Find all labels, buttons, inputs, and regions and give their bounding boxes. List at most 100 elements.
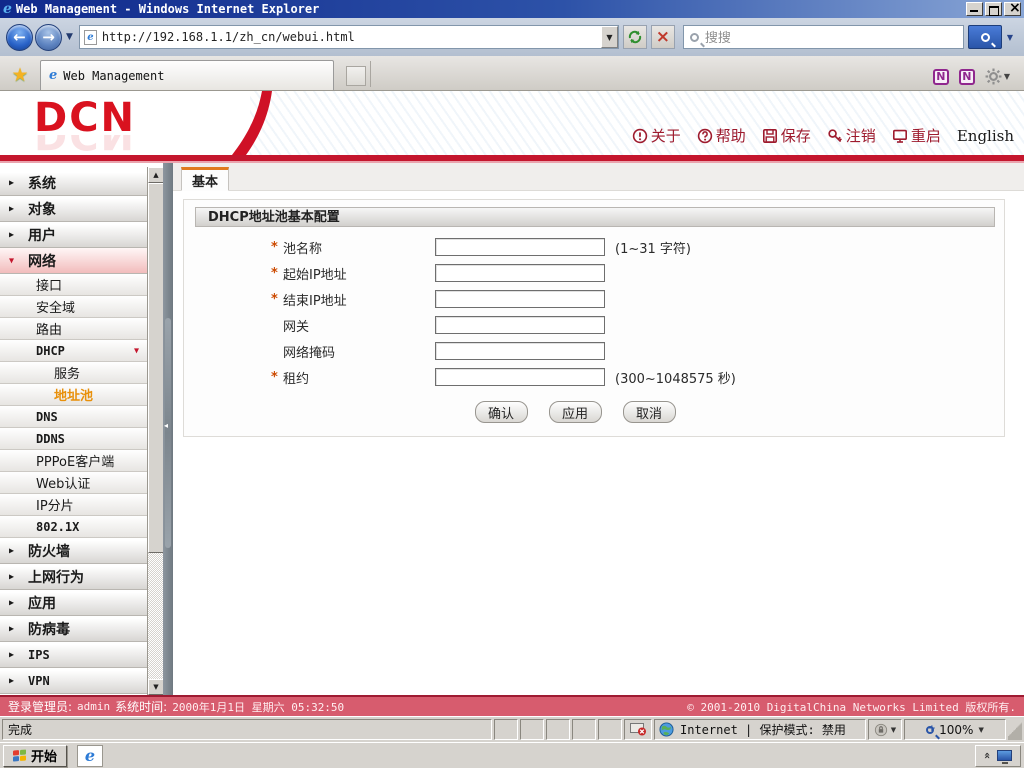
sidebar-item-dhcp[interactable]: DHCP ▾ (0, 340, 147, 362)
taskbar-ie-button[interactable]: e (77, 744, 103, 767)
apply-button[interactable]: 应用 (548, 401, 602, 423)
sidebar-splitter[interactable]: ◂ (163, 163, 173, 695)
url-field[interactable]: e ▼ (78, 25, 619, 49)
zoom-pane[interactable]: 100% ▼ (904, 719, 1006, 740)
history-dropdown-icon[interactable]: ▼ (66, 32, 73, 42)
header-link-about[interactable]: 关于 (632, 125, 681, 146)
gear-icon (985, 68, 1002, 85)
end-ip-input[interactable] (435, 290, 605, 308)
zoom-icon (926, 724, 936, 734)
close-button[interactable] (1004, 0, 1021, 16)
sidebar-item-dns[interactable]: DNS (0, 406, 147, 428)
forward-button[interactable]: → (35, 23, 62, 51)
header-link-logout[interactable]: 注销 (827, 125, 876, 146)
chevron-down-icon: ▼ (890, 725, 897, 734)
cancel-button[interactable]: 取消 (622, 401, 676, 423)
refresh-button[interactable] (622, 25, 647, 49)
required-asterisk: * (271, 239, 278, 255)
url-input[interactable] (101, 30, 601, 44)
search-go-button[interactable] (968, 25, 1002, 49)
sidebar-item-dot1x[interactable]: 802.1X (0, 516, 147, 538)
sidebar-item-service[interactable]: 服务 (0, 362, 147, 384)
minimize-button[interactable] (966, 2, 983, 16)
header-link-save[interactable]: 保存 (762, 125, 811, 146)
field-label: 结束IP地址 (283, 293, 347, 309)
header-link-label: 关于 (650, 127, 681, 145)
protected-mode-pane[interactable]: ▼ (868, 719, 902, 740)
sidebar-item-object[interactable]: ▸ 对象 (0, 196, 147, 222)
resize-grip[interactable] (1008, 719, 1022, 740)
page-header: DCN DCN 关于 帮助 保存 注销 重启 English (0, 91, 1024, 155)
tab-bar: ★ e Web Management N N ▼ (0, 56, 1024, 91)
sidebar-item-label: 应用 (28, 595, 56, 612)
field-hint: (300~1048575 秒) (615, 371, 736, 387)
zoom-level: 100% (939, 722, 974, 737)
header-link-help[interactable]: 帮助 (697, 125, 746, 146)
tray-expand-icon[interactable]: « (981, 752, 994, 759)
zone-text: Internet | 保护模式: 禁用 (680, 723, 846, 737)
header-link-english[interactable]: English (957, 127, 1014, 145)
splitter-thumb[interactable] (165, 318, 171, 548)
lease-input[interactable] (435, 368, 605, 386)
sidebar-item-behavior[interactable]: ▸ 上网行为 (0, 564, 147, 590)
info-icon (632, 128, 648, 144)
sidebar-item-pool[interactable]: 地址池 (0, 384, 147, 406)
status-text-pane: 完成 (2, 719, 492, 740)
gateway-input[interactable] (435, 316, 605, 334)
stop-button[interactable]: × (650, 25, 675, 49)
sidebar-item-pppoe[interactable]: PPPoE客户端 (0, 450, 147, 472)
sidebar-item-label: Web认证 (36, 477, 91, 492)
red-swoosh (232, 91, 272, 155)
sidebar-item-antivirus[interactable]: ▸ 防病毒 (0, 616, 147, 642)
sidebar-item-user[interactable]: ▸ 用户 (0, 222, 147, 248)
tools-gear-button[interactable]: ▼ (985, 68, 1010, 85)
chevron-down-icon: ▼ (1003, 72, 1010, 81)
restore-button[interactable] (985, 2, 1002, 16)
sidebar-item-ips[interactable]: ▸ IPS (0, 642, 147, 668)
sidebar-item-zone[interactable]: 安全域 (0, 296, 147, 318)
pool-name-input[interactable] (435, 238, 605, 256)
back-button[interactable]: ← (6, 23, 33, 51)
netmask-input[interactable] (435, 342, 605, 360)
tab-basic[interactable]: 基本 (181, 167, 230, 191)
screen: e Web Management - Windows Internet Expl… (0, 0, 1024, 768)
status-bar: 完成 Internet | 保护模式: 禁用 ▼ + 100% ▼ (0, 716, 1024, 742)
sidebar-item-label: 服务 (54, 367, 81, 382)
sidebar-item-interface[interactable]: 接口 (0, 274, 147, 296)
scroll-up-icon[interactable]: ▲ (148, 167, 164, 183)
scroll-down-icon[interactable]: ▼ (148, 679, 164, 695)
onenote-send-icon[interactable]: N (932, 68, 949, 85)
sidebar-item-ddns[interactable]: DDNS (0, 428, 147, 450)
sidebar-scrollbar[interactable]: ▲ ▼ (147, 167, 164, 695)
start-button[interactable]: 开始 (3, 744, 67, 767)
start-ip-input[interactable] (435, 264, 605, 282)
page-icon: e (83, 29, 97, 45)
search-options-dropdown-icon[interactable]: ▼ (1002, 25, 1018, 49)
system-time: 2000年1月1日 星期六 05:32:50 (172, 700, 345, 714)
system-tray[interactable]: « (975, 744, 1021, 767)
sidebar-item-label: 接口 (36, 279, 63, 294)
sidebar-item-vpn[interactable]: ▸ VPN (0, 668, 147, 694)
header-link-reboot[interactable]: 重启 (892, 125, 941, 146)
sidebar-item-app[interactable]: ▸ 应用 (0, 590, 147, 616)
sidebar-item-network[interactable]: ▾ 网络 (0, 248, 147, 274)
chevron-right-icon: ▸ (9, 545, 15, 556)
quick-tabs-button[interactable] (346, 66, 366, 86)
sidebar-item-webauth[interactable]: Web认证 (0, 472, 147, 494)
sidebar-item-system[interactable]: ▸ 系统 (0, 170, 147, 196)
favorites-star-icon[interactable]: ★ (0, 60, 40, 90)
sidebar-item-ipfrag[interactable]: IP分片 (0, 494, 147, 516)
search-box[interactable] (682, 25, 964, 49)
onenote-linked-icon[interactable]: N (958, 68, 975, 85)
browser-tab[interactable]: e Web Management (40, 60, 334, 90)
scrollbar-thumb[interactable] (148, 183, 164, 553)
page-footer: 登录管理员: admin 系统时间: 2000年1月1日 星期六 05:32:5… (0, 695, 1024, 716)
confirm-button[interactable]: 确认 (474, 401, 528, 423)
refresh-icon (628, 30, 642, 44)
url-dropdown-button[interactable]: ▼ (600, 26, 618, 48)
search-input[interactable] (704, 29, 963, 45)
sidebar-item-route[interactable]: 路由 (0, 318, 147, 340)
sidebar-item-label: 上网行为 (28, 569, 84, 586)
header-link-label: 注销 (845, 127, 876, 145)
sidebar-item-firewall[interactable]: ▸ 防火墙 (0, 538, 147, 564)
